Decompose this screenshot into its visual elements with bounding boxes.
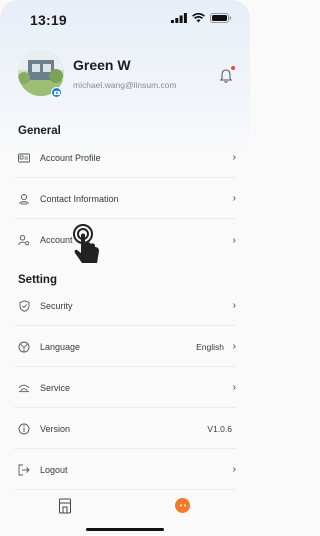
chevron-right-icon: › — [232, 382, 236, 393]
settings-screen: 13:19 Green W michael.wang@linsum.com Ge… — [0, 0, 250, 536]
notification-dot — [231, 66, 235, 70]
menu-item-label: Version — [40, 423, 71, 434]
chevron-right-icon: › — [232, 152, 236, 163]
signal-icon — [171, 13, 187, 23]
language-value: English — [196, 341, 224, 352]
menu-item-label: Contact Information — [40, 193, 119, 204]
shield-icon — [18, 299, 30, 312]
service-icon — [18, 382, 30, 394]
menu-item-contact-information[interactable]: Contact Information › — [14, 179, 236, 219]
status-icons — [171, 13, 232, 23]
tap-pointer-icon — [73, 224, 99, 263]
user-name: Green W — [73, 57, 131, 73]
status-time: 13:19 — [30, 12, 67, 28]
globe-icon — [18, 341, 30, 353]
menu-item-label: Account Profile — [40, 152, 101, 163]
chevron-right-icon: › — [232, 193, 236, 204]
menu-item-label: Language — [40, 341, 81, 352]
profile-header[interactable]: Green W michael.wang@linsum.com — [0, 50, 250, 116]
menu-item-label: Service — [40, 382, 71, 393]
menu-item-language[interactable]: Language English › — [14, 327, 236, 367]
logout-icon — [18, 464, 30, 476]
camera-icon[interactable] — [51, 87, 62, 98]
menu-item-label: Logout — [40, 464, 68, 475]
menu-item-label: Security — [40, 300, 73, 311]
status-bar: 13:19 — [0, 0, 250, 36]
menu-item-logout[interactable]: Logout › — [14, 450, 236, 490]
menu-item-security[interactable]: Security › — [14, 286, 236, 326]
contact-icon — [18, 193, 30, 205]
tab-profile-icon[interactable] — [175, 498, 190, 513]
menu-item-version[interactable]: Version V1.0.6 — [14, 409, 236, 449]
user-email: michael.wang@linsum.com — [73, 80, 177, 90]
info-icon — [18, 423, 30, 435]
menu-item-account-profile[interactable]: Account Profile › — [14, 138, 236, 178]
menu-item-service[interactable]: Service › — [14, 368, 236, 408]
menu-item-label: Account — [40, 235, 73, 245]
home-indicator — [86, 528, 164, 531]
chevron-right-icon: › — [232, 341, 236, 352]
bell-icon[interactable] — [218, 68, 234, 84]
chevron-right-icon: › — [232, 234, 236, 246]
user-gear-icon — [18, 234, 30, 246]
wifi-icon — [192, 13, 205, 23]
menu-item-account[interactable]: Account › — [14, 220, 236, 260]
id-card-icon — [18, 152, 30, 164]
battery-icon — [210, 13, 232, 23]
version-value: V1.0.6 — [207, 423, 232, 434]
section-title-setting: Setting — [18, 274, 57, 286]
chevron-right-icon: › — [232, 464, 236, 475]
tab-building-icon[interactable] — [58, 498, 72, 514]
chevron-right-icon: › — [232, 300, 236, 311]
section-title-general: General — [18, 125, 61, 137]
